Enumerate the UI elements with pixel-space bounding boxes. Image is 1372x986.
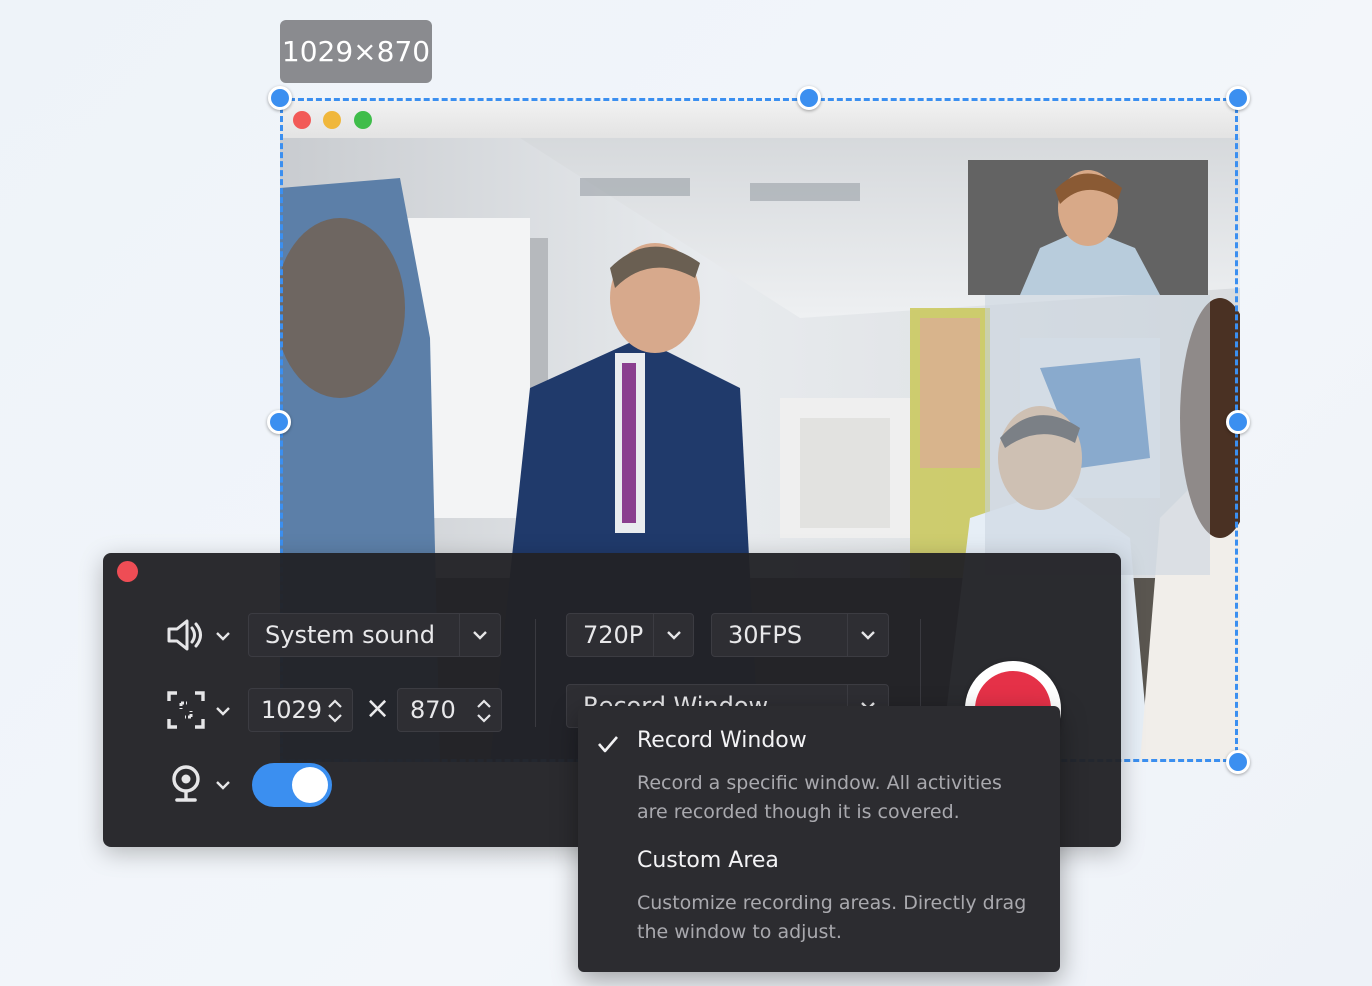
resolution-value: 720P bbox=[583, 621, 644, 649]
resize-handle-bottom-right[interactable] bbox=[1226, 750, 1250, 774]
width-value: 1029 bbox=[261, 696, 323, 724]
recorded-window-titlebar bbox=[280, 100, 1240, 138]
checkmark-icon bbox=[598, 736, 618, 753]
webcam-toggle[interactable] bbox=[252, 763, 332, 807]
webcam-chevron-down-icon[interactable] bbox=[215, 777, 231, 793]
resize-handle-top-left[interactable] bbox=[268, 86, 292, 110]
webcam-icon[interactable] bbox=[166, 763, 206, 803]
chevron-down-icon bbox=[667, 631, 681, 640]
chevron-down-icon bbox=[861, 631, 875, 640]
panel-close-button[interactable] bbox=[117, 561, 138, 582]
fps-value: 30FPS bbox=[728, 621, 803, 649]
capture-size-tag: 1029×870 bbox=[280, 20, 432, 83]
audio-chevron-down-icon[interactable] bbox=[215, 628, 231, 644]
menu-item-title: Record Window bbox=[637, 728, 807, 753]
window-maximize-dot[interactable] bbox=[354, 111, 372, 129]
menu-item-description: Customize recording areas. Directly drag… bbox=[637, 892, 1027, 943]
region-select-icon[interactable] bbox=[166, 690, 206, 730]
resolution-select[interactable]: 720P bbox=[566, 613, 694, 657]
region-chevron-down-icon[interactable] bbox=[215, 703, 231, 719]
resize-handle-top-right[interactable] bbox=[1226, 86, 1250, 110]
record-mode-menu: Record Window Record a specific window. … bbox=[578, 706, 1060, 972]
window-minimize-dot[interactable] bbox=[323, 111, 341, 129]
height-stepper[interactable]: 870 bbox=[397, 688, 502, 732]
menu-item-title: Custom Area bbox=[637, 848, 779, 873]
height-value: 870 bbox=[410, 696, 456, 724]
audio-source-value: System sound bbox=[265, 621, 435, 649]
resize-handle-right[interactable] bbox=[1226, 410, 1250, 434]
speaker-icon[interactable] bbox=[165, 615, 205, 655]
audio-source-select[interactable]: System sound bbox=[248, 613, 501, 657]
menu-item-description: Record a specific window. All activities… bbox=[637, 772, 1002, 823]
stepper-icon[interactable] bbox=[476, 698, 492, 724]
dimension-times-symbol: × bbox=[365, 691, 391, 726]
stepper-icon[interactable] bbox=[327, 698, 343, 724]
width-stepper[interactable]: 1029 bbox=[248, 688, 353, 732]
resize-handle-left[interactable] bbox=[267, 410, 291, 434]
panel-divider bbox=[535, 619, 536, 727]
webcam-toggle-knob bbox=[292, 767, 328, 803]
fps-select[interactable]: 30FPS bbox=[711, 613, 889, 657]
resize-handle-top[interactable] bbox=[797, 86, 821, 110]
window-close-dot[interactable] bbox=[293, 111, 311, 129]
chevron-down-icon bbox=[473, 631, 487, 640]
